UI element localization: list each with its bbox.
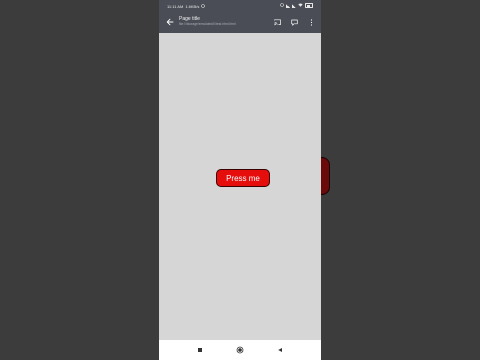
signal-icon: [286, 3, 290, 8]
signal-icon-2: [292, 3, 296, 8]
status-net-speed: 1.6KB/s: [185, 4, 200, 9]
phone-screen: 11:11 AM 1.6KB/s Page title file:///stor…: [159, 0, 321, 360]
app-actions: [273, 18, 315, 26]
button-edge-artifact: [320, 157, 330, 195]
comment-icon[interactable]: [290, 18, 298, 26]
home-circle-icon[interactable]: [235, 345, 245, 355]
press-me-button[interactable]: Press me: [216, 169, 270, 187]
page-url: file:///storage/emulated/0/test.html.htm…: [179, 22, 236, 26]
screen: 11:11 AM 1.6KB/s Page title file:///stor…: [0, 0, 480, 360]
page-content: Press me: [159, 33, 321, 340]
system-nav-bar: [159, 340, 321, 360]
app-bar: Page title file:///storage/emulated/0/te…: [159, 13, 321, 33]
status-time: 11:11 AM: [167, 4, 184, 9]
status-right: [280, 3, 313, 8]
wifi-icon: [298, 3, 303, 8]
status-bar: 11:11 AM 1.6KB/s: [159, 0, 321, 13]
alarm-icon: [280, 3, 284, 8]
recents-square-icon[interactable]: [195, 345, 205, 355]
cast-icon[interactable]: [273, 18, 281, 26]
back-arrow-icon[interactable]: [165, 17, 175, 27]
status-left: 11:11 AM 1.6KB/s: [167, 4, 206, 9]
notification-icon: [201, 4, 206, 9]
more-vert-icon[interactable]: [307, 18, 315, 26]
title-block: Page title file:///storage/emulated/0/te…: [179, 16, 267, 27]
back-triangle-icon[interactable]: [275, 345, 285, 355]
battery-icon: [305, 3, 313, 8]
